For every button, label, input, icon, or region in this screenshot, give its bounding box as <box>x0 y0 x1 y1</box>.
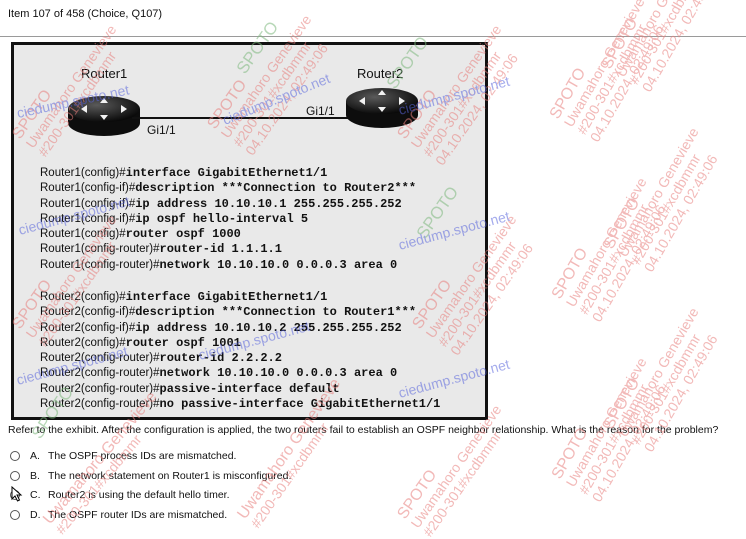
config-prompt: Router2(config)# <box>40 291 126 303</box>
config-command: ip ospf hello-interval 5 <box>135 211 309 226</box>
option-b[interactable]: B. The network statement on Router1 is m… <box>10 468 291 484</box>
watermark-text: 04.10.2024, 02:49:06 <box>589 202 669 325</box>
config-line: Router2(config-router)#router-id 2.2.2.2 <box>40 349 440 366</box>
router2-interface-label: Gi1/1 <box>306 104 335 118</box>
config-command: router ospf 1001 <box>125 335 241 350</box>
watermark-text: SPOTO <box>394 467 440 522</box>
config-line: Router1(config)#router ospf 1000 <box>40 225 416 242</box>
config-prompt: Router2(config-router)# <box>40 352 160 365</box>
watermark-text: Uwamahoro Genevieve <box>613 0 700 80</box>
mouse-cursor-icon <box>11 486 23 502</box>
radio-button[interactable] <box>10 510 20 520</box>
radio-button[interactable] <box>10 451 20 461</box>
config-prompt: Router2(config-router)# <box>40 367 160 380</box>
config-prompt: Router1(config-router)# <box>40 243 160 256</box>
config-prompt: Router2(config)# <box>40 336 126 349</box>
header-divider <box>0 36 746 37</box>
option-text: Router2 is using the default hello timer… <box>48 489 230 501</box>
config-command: no passive-interface GigabitEthernet1/1 <box>159 397 441 412</box>
config-line: Router2(config)#interface GigabitEtherne… <box>40 288 440 304</box>
option-letter: C. <box>30 489 41 501</box>
watermark-text: #200-301#xcdbmmr <box>420 428 505 539</box>
config-command: description ***Connection to Router1*** <box>135 305 417 320</box>
config-command: network 10.10.10.0 0.0.0.3 area 0 <box>159 257 398 272</box>
watermark-text: SPOTO <box>549 245 592 302</box>
watermark-text: Uwamahoro Genevieve <box>561 0 648 130</box>
watermark-text: #200-301#xcdbmmr <box>576 201 652 317</box>
config-command: description ***Connection to Router2*** <box>135 181 417 196</box>
watermark-text: SPOTO <box>547 65 590 122</box>
config-command: router-id 2.2.2.2 <box>159 351 282 366</box>
watermark-text: #200-301#xcdbmmr <box>576 381 652 497</box>
config-line: Router2(config-if)#ip address 10.10.10.2… <box>40 319 440 335</box>
option-letter: D. <box>30 509 41 521</box>
router1-icon <box>68 96 140 136</box>
config-command: ip address 10.10.10.2 255.255.255.252 <box>135 320 402 335</box>
router2-label: Router2 <box>357 66 404 81</box>
watermark-text: Uwamahoro Genevieve <box>615 305 702 440</box>
config-command: network 10.10.10.0 0.0.0.3 area 0 <box>159 366 398 381</box>
config-prompt: Router2(config-if)# <box>40 321 136 334</box>
config-prompt: Router1(config-if)# <box>40 182 136 195</box>
router1-label: Router1 <box>81 66 128 81</box>
config-line: Router2(config-if)#description ***Connec… <box>40 303 440 320</box>
option-letter: B. <box>30 470 40 482</box>
router2-icon <box>346 88 418 128</box>
config-line: Router2(config-router)#passive-interface… <box>40 380 440 396</box>
config-line: Router1(config-if)#ip ospf hello-interva… <box>40 210 416 226</box>
config-command: interface GigabitEthernet1/1 <box>125 290 328 304</box>
watermark-text: #200-301#xcdbmmr <box>626 0 702 87</box>
watermark-text: 04.10.2024, 02:49:06 <box>641 332 721 455</box>
watermark-text: Uwamahoro Genevieve <box>407 402 504 531</box>
item-counter: Item 107 of 458 (Choice, Q107) <box>8 8 163 20</box>
config-prompt: Router1(config-if)# <box>40 197 136 210</box>
radio-button[interactable] <box>10 471 20 481</box>
config-command: ip address 10.10.10.1 255.255.255.252 <box>135 196 402 211</box>
config-line: Router1(config-router)#network 10.10.10.… <box>40 256 416 272</box>
watermark-text: Uwamahoro Genevieve <box>563 355 650 490</box>
config-command: interface GigabitEthernet1/1 <box>125 166 328 180</box>
config-command: router-id 1.1.1.1 <box>159 242 282 257</box>
watermark-text: SPOTO <box>601 195 644 252</box>
watermark-text: 04.10.2024, 02:49:06 <box>589 382 669 505</box>
config-prompt: Router2(config-router)# <box>40 382 160 395</box>
config-prompt: Router2(config-router)# <box>40 398 160 411</box>
config-prompt: Router1(config)# <box>40 167 126 179</box>
config-prompt: Router2(config-if)# <box>40 306 136 319</box>
watermark-text: SPOTO <box>599 15 642 72</box>
option-d[interactable]: D. The OSPF router IDs are mismatched. <box>10 507 227 523</box>
watermark-text: Uwamahoro Genevieve <box>615 125 702 260</box>
router1-config: Router1(config)#interface GigabitEtherne… <box>40 164 417 272</box>
watermark-text: 04.10.2024, 02:49:06 <box>641 152 721 275</box>
option-a[interactable]: A. The OSPF process IDs are mismatched. <box>10 448 236 464</box>
router2-config: Router2(config)#interface GigabitEtherne… <box>40 288 441 412</box>
option-text: The OSPF process IDs are mismatched. <box>48 450 237 462</box>
watermark-text: #200-301#xcdbmmr <box>628 151 704 267</box>
watermark-text: 04.10.2024, 02:49:06 <box>587 22 667 145</box>
config-line: Router1(config)#interface GigabitEtherne… <box>40 164 416 180</box>
exhibit-panel: Router1 Gi1/1 Router2 Gi1/1 Router1(conf… <box>11 42 488 420</box>
config-command: router ospf 1000 <box>125 227 241 242</box>
option-text: The network statement on Router1 is misc… <box>48 470 292 482</box>
config-line: Router1(config-if)#description ***Connec… <box>40 179 417 196</box>
config-line: Router2(config-router)#network 10.10.10.… <box>40 364 440 381</box>
config-line: Router2(config-router)#no passive-interf… <box>40 395 441 412</box>
config-line: Router2(config)#router ospf 1001 <box>40 334 440 350</box>
config-line: Router1(config-if)#ip address 10.10.10.1… <box>40 195 416 211</box>
config-line: Router1(config-router)#router-id 1.1.1.1 <box>40 240 416 257</box>
watermark-text: 04.10.2024, 02:49:06 <box>639 0 719 95</box>
option-text: The OSPF router IDs are mismatched. <box>48 509 228 521</box>
question-text: Refer to the exhibit. After the configur… <box>8 424 719 436</box>
config-command: passive-interface default <box>159 381 340 396</box>
option-letter: A. <box>30 450 40 462</box>
router1-interface-label: Gi1/1 <box>147 123 176 137</box>
config-prompt: Router1(config-if)# <box>40 212 136 225</box>
config-prompt: Router1(config)# <box>40 228 126 241</box>
option-c[interactable]: C. Router2 is using the default hello ti… <box>10 487 230 503</box>
watermark-text: #200-301#xcdbmmr <box>574 21 650 137</box>
config-prompt: Router1(config-router)# <box>40 258 160 271</box>
watermark-text: Uwamahoro Genevieve <box>563 175 650 310</box>
